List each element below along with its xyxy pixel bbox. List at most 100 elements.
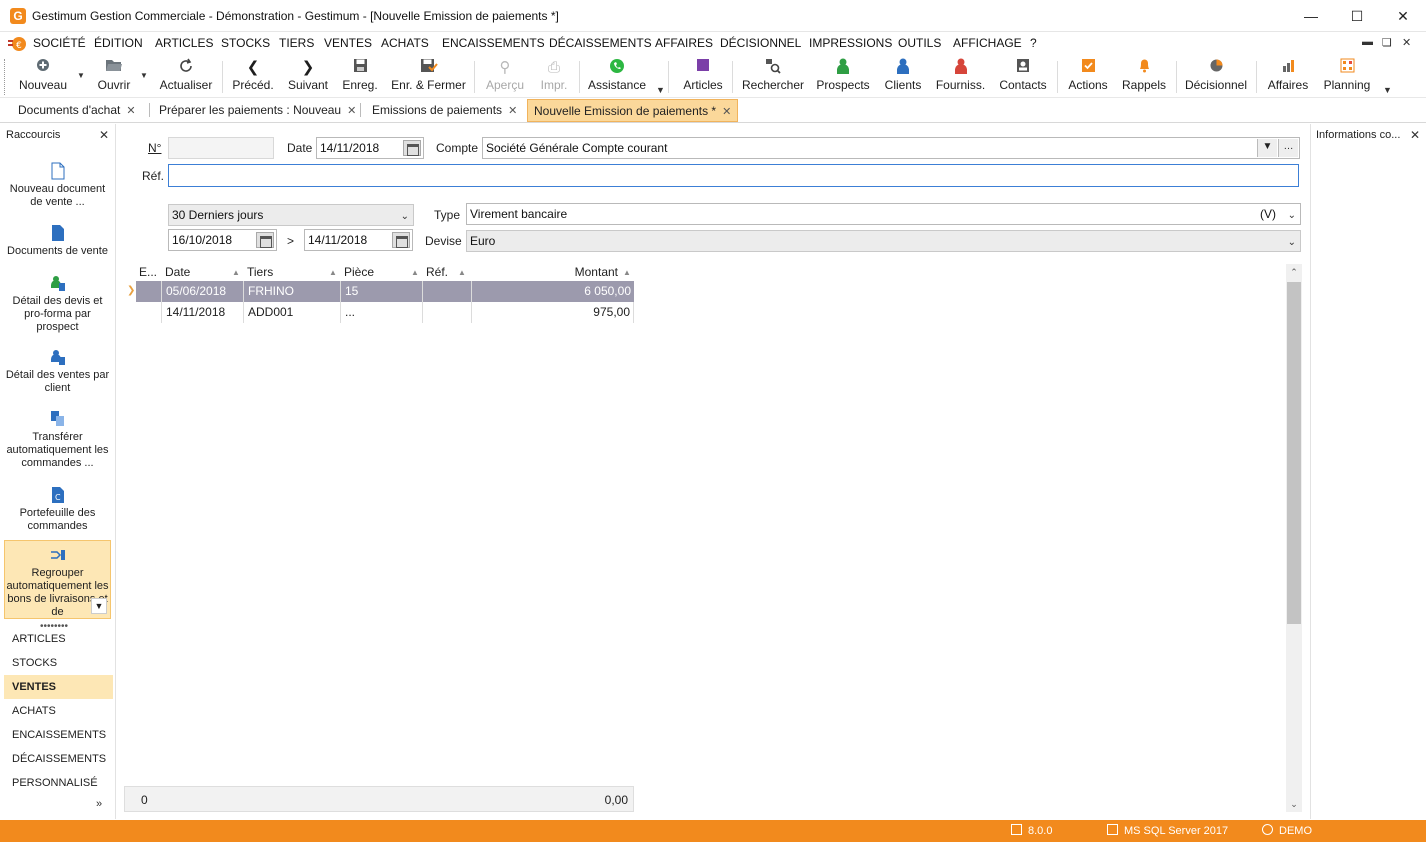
shortcut-portefeuille-commandes[interactable]: C Portefeuille des commandes <box>4 486 111 533</box>
calendar-icon[interactable] <box>403 140 421 156</box>
mdi-restore-button[interactable]: ❏ <box>1382 36 1392 49</box>
actions-button[interactable]: Actions <box>1064 57 1112 97</box>
period-select[interactable]: 30 Derniers jours ⌄ <box>168 204 414 226</box>
shortcut-documents-vente[interactable]: Documents de vente <box>4 224 111 258</box>
shortcut-detail-devis[interactable]: Détail des devis et pro-forma par prospe… <box>4 274 111 334</box>
nav-achats[interactable]: ACHATS <box>4 699 113 723</box>
menu-encaissements[interactable]: ENCAISSEMENTS <box>442 36 545 50</box>
tab-documents-achat[interactable]: Documents d'achat ✕ <box>12 99 142 122</box>
compte-dropdown-icon[interactable]: ▼ <box>1257 139 1277 157</box>
menu-impressions[interactable]: IMPRESSIONS <box>809 36 892 50</box>
maximize-button[interactable]: ☐ <box>1334 0 1380 32</box>
grid-vertical-scrollbar[interactable]: ⌃ ⌄ <box>1286 264 1302 812</box>
calendar-icon[interactable] <box>256 232 274 248</box>
type-select[interactable]: Virement bancaire (V) ⌄ <box>466 203 1301 225</box>
expand-nav-icon[interactable]: » <box>96 798 102 810</box>
tab-preparer-paiements[interactable]: Préparer les paiements : Nouveau ✕ <box>153 99 362 122</box>
shortcut-nouveau-document[interactable]: Nouveau document de vente ... <box>4 162 111 209</box>
close-info-pane-icon[interactable]: ✕ <box>1410 128 1420 142</box>
menu-affaires[interactable]: AFFAIRES <box>655 36 713 50</box>
nouveau-button[interactable]: Nouveau <box>17 57 69 97</box>
ouvrir-dropdown-icon[interactable]: ▼ <box>140 71 148 80</box>
close-tab-icon[interactable]: ✕ <box>126 105 135 117</box>
toolbar-separator <box>579 61 580 93</box>
date-from-field[interactable]: 16/10/2018 <box>168 229 277 251</box>
menu-societe[interactable]: SOCIÉTÉ <box>33 36 86 50</box>
column-header-piece[interactable]: Pièce ▲ <box>341 264 423 281</box>
contacts-button[interactable]: Contacts <box>997 57 1049 97</box>
close-pane-icon[interactable]: ✕ <box>99 128 109 142</box>
nav-personnalise[interactable]: PERSONNALISÉ <box>4 771 113 795</box>
menu-edition[interactable]: ÉDITION <box>94 36 143 50</box>
rappels-button[interactable]: Rappels <box>1120 57 1168 97</box>
precedent-button[interactable]: ❮ Précéd. <box>229 57 277 97</box>
assistance-button[interactable]: Assistance <box>585 57 649 97</box>
column-header-tiers[interactable]: Tiers ▲ <box>244 264 341 281</box>
toolbar-overflow-icon[interactable]: ▼ <box>656 85 665 95</box>
column-header-montant[interactable]: Montant ▲ <box>472 264 634 281</box>
menu-ventes[interactable]: VENTES <box>324 36 372 50</box>
rechercher-button[interactable]: Rechercher <box>740 57 806 97</box>
compte-combo[interactable]: Société Générale Compte courant ▼ … <box>482 137 1300 159</box>
app-menu-icon[interactable]: € <box>8 35 26 52</box>
devise-select[interactable]: Euro ⌄ <box>466 230 1301 252</box>
nav-articles[interactable]: ARTICLES <box>4 627 113 651</box>
apercu-button[interactable]: ⚲ Aperçu <box>482 57 528 97</box>
suivant-button[interactable]: ❯ Suivant <box>285 57 331 97</box>
enregistrer-fermer-button[interactable]: Enr. & Fermer <box>389 57 468 97</box>
close-tab-icon[interactable]: ✕ <box>347 105 356 117</box>
menu-articles[interactable]: ARTICLES <box>155 36 213 50</box>
menu-outils[interactable]: OUTILS <box>898 36 941 50</box>
menu-tiers[interactable]: TIERS <box>279 36 314 50</box>
tab-nouvelle-emission[interactable]: Nouvelle Emission de paiements * ✕ <box>527 99 739 122</box>
scroll-up-icon[interactable]: ⌃ <box>1286 264 1302 280</box>
calendar-icon[interactable] <box>392 232 410 248</box>
menu-achats[interactable]: ACHATS <box>381 36 429 50</box>
numero-field[interactable] <box>168 137 274 159</box>
date-to-field[interactable]: 14/11/2018 <box>304 229 413 251</box>
menu-affichage[interactable]: AFFICHAGE <box>953 36 1022 50</box>
close-tab-icon[interactable]: ✕ <box>508 105 517 117</box>
nav-stocks[interactable]: STOCKS <box>4 651 113 675</box>
menu-decaissements[interactable]: DÉCAISSEMENTS <box>549 36 652 50</box>
reference-input[interactable] <box>168 164 1299 187</box>
close-window-button[interactable]: ✕ <box>1380 0 1426 32</box>
enregistrer-button[interactable]: Enreg. <box>339 57 381 97</box>
clients-button[interactable]: Clients <box>880 57 926 97</box>
menu-stocks[interactable]: STOCKS <box>221 36 270 50</box>
decisionnel-button[interactable]: Décisionnel <box>1183 57 1249 97</box>
shortcut-transferer-commandes[interactable]: Transférer automatiquement les commandes… <box>4 410 111 470</box>
mdi-close-button[interactable]: ✕ <box>1402 36 1411 49</box>
toolbar-grip[interactable] <box>4 59 7 95</box>
column-header-ref[interactable]: Réf. ▲ <box>423 264 472 281</box>
column-header-e[interactable]: E... <box>136 264 162 281</box>
actualiser-button[interactable]: Actualiser <box>156 57 216 97</box>
compte-browse-button[interactable]: … <box>1278 139 1298 157</box>
nav-encaissements[interactable]: ENCAISSEMENTS <box>4 723 113 747</box>
close-tab-icon[interactable]: ✕ <box>722 106 731 118</box>
menu-help[interactable]: ? <box>1030 36 1037 50</box>
fournisseurs-button[interactable]: Fourniss. <box>933 57 988 97</box>
nav-decaissements[interactable]: DÉCAISSEMENTS <box>4 747 113 771</box>
scroll-down-icon[interactable]: ⌄ <box>1286 796 1302 812</box>
table-row[interactable]: 05/06/2018 FRHINO 15 6 050,00 <box>136 281 634 302</box>
scroll-thumb[interactable] <box>1287 282 1301 624</box>
nouveau-dropdown-icon[interactable]: ▼ <box>77 71 85 80</box>
tab-emissions-paiements[interactable]: Emissions de paiements ✕ <box>366 99 523 122</box>
date-field[interactable]: 14/11/2018 <box>316 137 424 159</box>
column-header-date[interactable]: Date ▲ <box>162 264 244 281</box>
nav-ventes[interactable]: VENTES <box>4 675 113 699</box>
planning-button[interactable]: Planning <box>1320 57 1374 97</box>
articles-button[interactable]: Articles <box>681 57 725 97</box>
chevron-down-icon[interactable]: ▼ <box>91 598 107 614</box>
affaires-button[interactable]: Affaires <box>1264 57 1312 97</box>
shortcut-detail-ventes[interactable]: Détail des ventes par client <box>4 348 111 395</box>
menu-decisionnel[interactable]: DÉCISIONNEL <box>720 36 801 50</box>
toolbar-overflow-icon[interactable]: ▼ <box>1383 85 1392 95</box>
ouvrir-button[interactable]: Ouvrir <box>94 57 134 97</box>
table-row[interactable]: 14/11/2018 ADD001 ... 975,00 <box>136 302 634 323</box>
mdi-minimize-button[interactable]: ▬ <box>1362 36 1373 48</box>
minimize-button[interactable]: — <box>1288 0 1334 32</box>
imprimer-button[interactable]: ⎙ Impr. <box>535 57 573 97</box>
prospects-button[interactable]: Prospects <box>815 57 871 97</box>
